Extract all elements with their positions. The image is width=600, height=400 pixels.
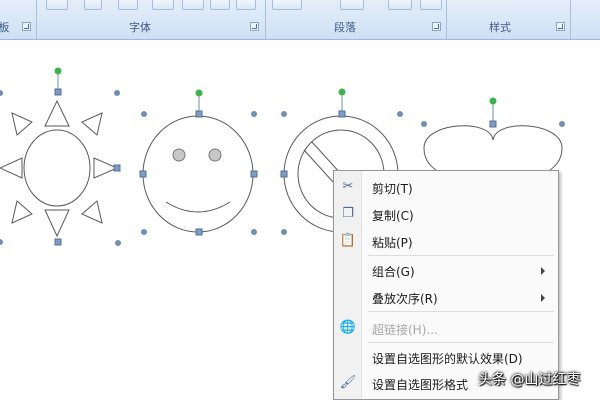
resize-handle[interactable] xyxy=(250,170,258,178)
copy-icon: ❐ xyxy=(342,206,354,221)
smiley-shape[interactable] xyxy=(142,115,254,233)
resize-handle[interactable] xyxy=(0,239,3,245)
menu-item-label: 叠放次序(R) xyxy=(372,292,438,306)
sun-shape[interactable] xyxy=(0,99,119,238)
menu-item-group[interactable]: 组合(G) xyxy=(334,258,558,282)
resize-handle[interactable] xyxy=(0,90,3,96)
resize-handle[interactable] xyxy=(141,111,147,117)
rotate-handle[interactable] xyxy=(338,88,346,96)
rotate-handle[interactable] xyxy=(54,67,62,75)
resize-handle[interactable] xyxy=(281,229,287,235)
resize-handle[interactable] xyxy=(338,110,346,118)
hyperlink-icon: 🌐 xyxy=(339,320,357,335)
heart-shape[interactable] xyxy=(423,125,563,177)
resize-handle[interactable] xyxy=(280,170,288,178)
menu-separator xyxy=(368,342,554,343)
menu-item-set-default-effect[interactable]: 设置自选图形的默认效果(D) xyxy=(334,345,558,369)
resize-handle[interactable] xyxy=(139,170,147,178)
rotate-handle[interactable] xyxy=(195,89,203,97)
paste-icon: 📋 xyxy=(339,233,357,248)
resize-handle[interactable] xyxy=(281,111,287,117)
submenu-arrow-icon xyxy=(541,294,545,302)
smiley-left-eye xyxy=(172,148,186,162)
resize-handle[interactable] xyxy=(251,111,257,117)
resize-handle[interactable] xyxy=(195,110,203,118)
menu-item-label: 组合(G) xyxy=(372,265,415,279)
menu-item-hyperlink[interactable]: 🌐 超链接(H)... xyxy=(334,316,558,340)
menu-item-label: 设置自选图形格式 xyxy=(372,378,469,392)
resize-handle[interactable] xyxy=(54,88,62,96)
menu-item-label: 复制(C) xyxy=(372,209,414,223)
resize-handle[interactable] xyxy=(489,120,497,128)
resize-handle[interactable] xyxy=(421,121,427,127)
menu-item-label: 超链接(H)... xyxy=(372,323,438,337)
menu-item-label: 剪切(T) xyxy=(372,182,413,196)
resize-handle[interactable] xyxy=(115,240,121,246)
resize-handle[interactable] xyxy=(141,229,147,235)
watermark: 头条 @山过红枣 xyxy=(478,372,581,388)
resize-handle[interactable] xyxy=(397,111,403,117)
resize-handle[interactable] xyxy=(195,228,203,236)
resize-handle[interactable] xyxy=(113,164,121,172)
menu-item-order[interactable]: 叠放次序(R) xyxy=(334,285,558,309)
smiley-right-eye xyxy=(208,148,222,162)
menu-separator xyxy=(368,311,554,312)
context-menu: ✂ 剪切(T) ❐ 复制(C) 📋 粘贴(P) 组合(G) 叠放次序(R) 🌐 … xyxy=(333,170,559,400)
resize-handle[interactable] xyxy=(251,229,257,235)
menu-separator xyxy=(368,255,554,256)
menu-item-label: 粘贴(P) xyxy=(372,236,413,250)
submenu-arrow-icon xyxy=(541,267,545,275)
resize-handle[interactable] xyxy=(114,90,120,96)
menu-item-copy[interactable]: ❐ 复制(C) xyxy=(334,202,558,226)
resize-handle[interactable] xyxy=(54,238,62,246)
format-shape-icon: 🖌 xyxy=(339,375,357,390)
menu-item-label: 设置自选图形的默认效果(D) xyxy=(372,352,523,366)
resize-handle[interactable] xyxy=(559,121,565,127)
rotate-handle[interactable] xyxy=(489,97,497,105)
scissors-icon: ✂ xyxy=(342,179,354,194)
menu-item-cut[interactable]: ✂ 剪切(T) xyxy=(334,175,558,199)
menu-item-paste[interactable]: 📋 粘贴(P) xyxy=(334,229,558,253)
